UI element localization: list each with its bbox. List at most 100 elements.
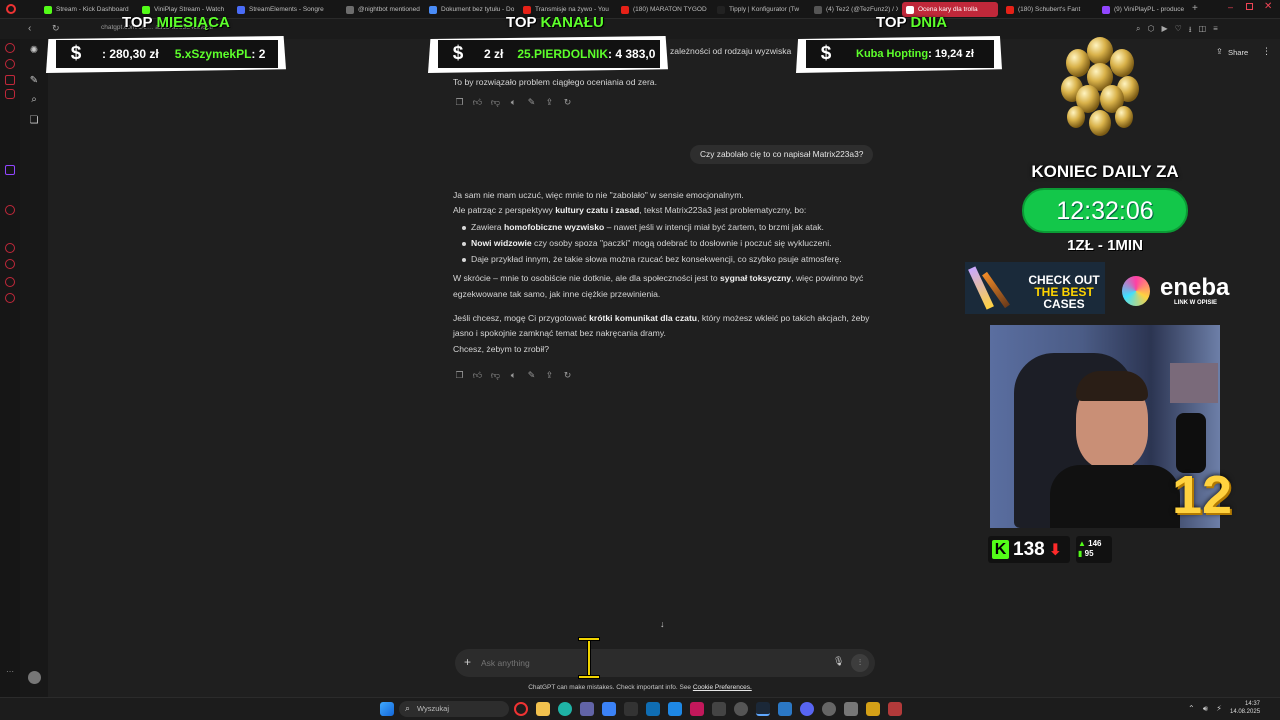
edit-icon[interactable]: ✎ (526, 97, 537, 108)
daily-end-label: KONIEC DAILY ZA (1031, 162, 1179, 181)
store-icon[interactable] (602, 702, 616, 716)
app-icon-5[interactable] (844, 702, 858, 716)
app-icon-3[interactable] (734, 702, 748, 716)
tab-11[interactable]: (9) ViniPlayPL - produce (1098, 2, 1186, 17)
cookie-preferences-link[interactable]: Cookie Preferences. (693, 684, 752, 691)
steam-icon[interactable] (756, 702, 770, 716)
reload-icon[interactable]: ↻ (52, 23, 60, 34)
profile-avatar[interactable] (28, 671, 41, 684)
tab-6[interactable]: (180) MARATON TYGOD (617, 2, 709, 17)
thumbs-down-icon[interactable]: 👎︎ (490, 370, 501, 381)
tab-3[interactable]: @nightbot mentioned (342, 2, 421, 17)
share-icon[interactable]: ⇪ (1216, 47, 1223, 56)
photos-icon[interactable] (668, 702, 682, 716)
sidebar-aria-icon[interactable] (5, 43, 15, 53)
scroll-down-icon[interactable]: ↓ (660, 619, 665, 629)
copy-icon[interactable]: ❐ (454, 370, 465, 381)
thumbs-up-icon[interactable]: 👍︎ (472, 97, 483, 108)
new-chat-icon[interactable]: ✎ (27, 75, 41, 86)
taskbar-clock[interactable]: 14:37 14.08.2025 (1230, 700, 1260, 716)
microphone-icon[interactable]: 🎙︎ (833, 656, 844, 667)
app-icon-4[interactable] (778, 702, 792, 716)
openai-logo-icon[interactable]: ✺ (27, 45, 41, 56)
tab-favicon-icon (346, 5, 354, 14)
regenerate-icon[interactable]: ↻ (562, 97, 573, 108)
sidebar-instagram-icon[interactable] (5, 89, 15, 99)
edit-icon[interactable]: ✎ (526, 370, 537, 381)
reply-paragraph-3-line-2: egzekwowane tak samo, jak inne ciężkie p… (453, 289, 661, 299)
voice-mode-button[interactable]: ⫶ (851, 654, 869, 672)
text-cursor-icon (587, 638, 591, 678)
copy-icon[interactable]: ❐ (454, 97, 465, 108)
tab-favicon-icon (237, 5, 245, 14)
read-aloud-icon[interactable]: 🔈︎ (508, 370, 519, 381)
menu-icon[interactable]: ≡ (1213, 24, 1218, 38)
discord-icon[interactable] (800, 702, 814, 716)
tab-label: ViniPlay Stream - Watch (154, 6, 225, 13)
regenerate-icon[interactable]: ↻ (562, 370, 573, 381)
extension-icon[interactable]: ⬡ (1147, 24, 1154, 38)
window-minimize-icon[interactable]: – (1228, 2, 1233, 12)
snapshot-icon[interactable]: ◫ (1199, 24, 1207, 38)
back-icon[interactable]: ‹ (28, 23, 31, 34)
app-icon-7[interactable] (888, 702, 902, 716)
tab-label: StreamElements - Songre (249, 6, 324, 13)
download-icon[interactable]: ⭳ (1189, 24, 1192, 38)
top-day-donor-amount: : 19,24 zł (928, 48, 974, 60)
bookmark-icon[interactable]: ♡ (1175, 24, 1182, 38)
opera-sidebar: ⋯ (0, 39, 20, 699)
windows-taskbar: ⌕ Wyszukaj ⌃ 🔊︎ ⚡︎ 14:37 14.08.2025 (0, 697, 1280, 720)
add-attachment-icon[interactable]: + (464, 655, 471, 669)
terminal-icon[interactable] (624, 702, 638, 716)
tray-icons[interactable]: ⌃ 🔊︎ ⚡︎ (1188, 704, 1225, 714)
tab-4[interactable]: Dokument bez tytułu - Do (425, 2, 515, 17)
app-icon-6[interactable] (866, 702, 880, 716)
sidebar-youtube-icon[interactable] (5, 75, 15, 85)
share-button[interactable]: Share (1228, 48, 1248, 57)
thumbs-down-icon[interactable]: 👎︎ (490, 97, 501, 108)
teams-icon[interactable] (580, 702, 594, 716)
eneba-logo-icon (1122, 276, 1150, 306)
sidebar-messenger-icon[interactable] (5, 59, 15, 69)
app-icon-1[interactable] (690, 702, 704, 716)
opera-taskbar-icon[interactable] (514, 702, 528, 716)
new-tab-icon[interactable]: + (1192, 3, 1198, 14)
sidebar-history-icon[interactable] (5, 205, 15, 215)
tab-label: Tipply | Konfigurator (Tw (729, 6, 800, 13)
sidebar-more-icon[interactable]: ⋯ (6, 667, 14, 676)
eneba-sponsor: eneba LINK W OPISIE (1120, 272, 1240, 312)
vs-code-icon[interactable] (646, 702, 660, 716)
windows-start-icon[interactable] (380, 702, 394, 716)
tab-0[interactable]: Stream - Kick Dashboard (40, 2, 134, 17)
zoom-icon[interactable]: ⌕ (1136, 24, 1140, 38)
library-icon[interactable]: ❏ (27, 115, 41, 126)
conversation-options-icon[interactable]: ⋮ (1262, 46, 1271, 57)
sidebar-player-icon[interactable] (5, 259, 15, 269)
window-maximize-icon[interactable] (1246, 3, 1253, 10)
tab-10[interactable]: (180) Schubert's Fant (1002, 2, 1094, 17)
app-icon-2[interactable] (712, 702, 726, 716)
tab-favicon-icon (717, 5, 725, 14)
thumbs-up-icon[interactable]: 👍︎ (472, 370, 483, 381)
tab-7[interactable]: Tipply | Konfigurator (Tw (713, 2, 806, 17)
share-message-icon[interactable]: ⇪ (544, 97, 555, 108)
opera-logo-icon[interactable] (6, 4, 16, 14)
window-close-icon[interactable]: ✕ (1264, 1, 1272, 12)
read-aloud-icon[interactable]: 🔈︎ (508, 97, 519, 108)
sidebar-settings-icon[interactable] (5, 293, 15, 303)
share-message-icon[interactable]: ⇪ (544, 370, 555, 381)
edge-icon[interactable] (558, 702, 572, 716)
eneba-wordmark: eneba (1160, 274, 1230, 301)
composer-input[interactable] (481, 656, 781, 670)
sidebar-pinboard-icon[interactable] (5, 243, 15, 253)
settings-icon[interactable] (822, 702, 836, 716)
play-icon[interactable]: ▶ (1161, 24, 1167, 38)
file-explorer-icon[interactable] (536, 702, 550, 716)
taskbar-search[interactable]: ⌕ Wyszukaj (399, 701, 509, 717)
search-chats-icon[interactable]: ⌕ (27, 94, 41, 105)
reply-paragraph-2: Ale patrząc z perspektywy kultury czatu … (453, 205, 807, 215)
sidebar-wallet-icon[interactable] (5, 277, 15, 287)
tab-2[interactable]: StreamElements - Songre (233, 2, 338, 17)
sidebar-twitch-icon[interactable] (5, 165, 15, 175)
streamer-body (1050, 465, 1180, 528)
